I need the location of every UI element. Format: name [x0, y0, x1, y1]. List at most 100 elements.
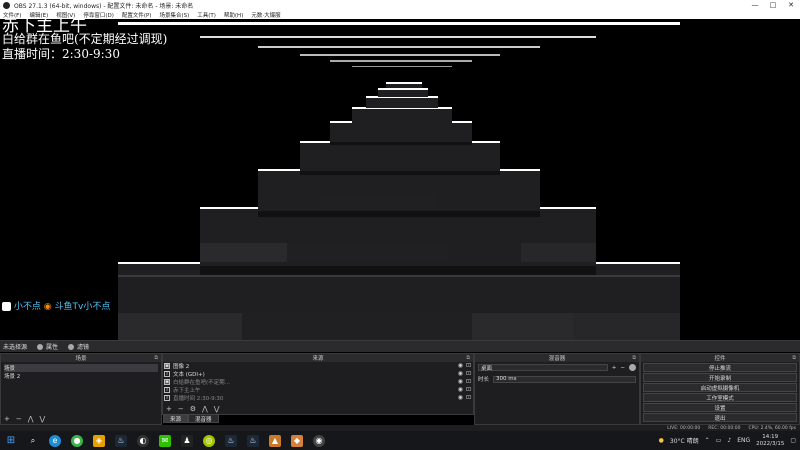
studio-mode-button[interactable]: 工作室模式 — [643, 393, 797, 402]
steam-icon[interactable]: ♨ — [115, 434, 127, 447]
source-toolbar: 未选择源 属性 滤镜 — [0, 340, 800, 352]
steam-icon[interactable]: ♨ — [225, 434, 237, 447]
source-item[interactable]: T 赤下主上午 ◉ ⊡ — [163, 386, 473, 394]
eye-icon[interactable]: ◉ — [458, 378, 463, 385]
game-icon[interactable]: ◆ — [291, 434, 303, 447]
source-item[interactable]: ▣ 白给群在鱼吧(不定期... ◉ ⊡ — [163, 378, 473, 386]
eye-icon[interactable]: ◉ — [458, 370, 463, 377]
duration-input[interactable]: 300 ms — [493, 375, 636, 383]
windows-start-icon[interactable]: ⊞ — [5, 435, 17, 447]
tray-arrow-icon[interactable]: ⌃ — [705, 437, 710, 444]
source-item[interactable]: T 直播时间 2:30-9:30 ◉ ⊡ — [163, 394, 473, 402]
undock-icon[interactable]: ⧉ — [632, 355, 636, 361]
stop-streaming-button[interactable]: 停止推流 — [643, 363, 797, 372]
dock-title: 控件 ⧉ — [641, 354, 799, 362]
undock-icon[interactable]: ⧉ — [154, 355, 158, 361]
dock-title: 来源 ⧉ — [163, 354, 473, 362]
text-icon: T — [164, 371, 170, 377]
windows-taskbar: ⊞ ⌕ e ● ◈ ♨ ◐ ✉ ♟ ◎ ♨ ♨ ▲ ◆ ◉ ● 30°C 晴朗 … — [0, 431, 800, 450]
eye-icon[interactable]: ◉ — [458, 394, 463, 401]
lock-icon[interactable]: ⊡ — [466, 370, 471, 377]
start-recording-button[interactable]: 开始录制 — [643, 373, 797, 382]
menu-edit[interactable]: 编辑(E) — [29, 11, 48, 19]
menu-docks[interactable]: 停靠窗口(D) — [83, 11, 114, 19]
gear-icon — [37, 343, 44, 350]
filters-button[interactable]: 滤镜 — [68, 342, 89, 351]
remove-icon[interactable]: − — [620, 365, 625, 371]
add-icon[interactable]: + — [612, 365, 617, 371]
menu-tools[interactable]: 工具(T) — [197, 11, 216, 19]
app-icon[interactable]: ◐ — [137, 434, 149, 447]
controls-dock: 控件 ⧉ 停止推流 开始录制 启动虚拟摄像机 工作室模式 设置 退出 — [640, 353, 800, 425]
move-down-icon[interactable]: ⋁ — [40, 415, 46, 423]
app-icon[interactable]: ◎ — [203, 434, 215, 447]
nested-capture-frame — [300, 141, 500, 175]
steam-icon[interactable]: ♨ — [247, 434, 259, 447]
obs-icon[interactable]: ◉ — [313, 434, 325, 447]
weather-text[interactable]: 30°C 晴朗 — [670, 436, 699, 445]
tab-mixer[interactable]: 混音器 — [188, 414, 219, 423]
system-tray: ● 30°C 晴朗 ⌃ ▭ ♪ ENG 14:19 2022/3/15 ▢ — [659, 431, 796, 450]
clock[interactable]: 14:19 2022/3/15 — [756, 434, 784, 448]
menu-file[interactable]: 文件(F) — [3, 11, 21, 19]
undock-icon[interactable]: ⧉ — [466, 355, 470, 361]
app-icon[interactable]: ◈ — [93, 434, 105, 447]
remove-icon[interactable]: − — [178, 405, 184, 413]
menu-help[interactable]: 帮助(H) — [224, 11, 243, 19]
edge-icon[interactable]: e — [49, 434, 61, 447]
nested-capture-frame — [386, 82, 422, 88]
image-icon: ▣ — [164, 363, 170, 369]
add-icon[interactable]: + — [4, 415, 10, 423]
eye-icon[interactable]: ◉ — [458, 386, 463, 393]
wechat-icon[interactable]: ✉ — [159, 434, 171, 447]
menu-profile[interactable]: 配置文件(P) — [122, 11, 152, 19]
gear-icon[interactable]: ⚙ — [190, 405, 196, 413]
menu-extra[interactable]: 元数·大爆服 — [251, 11, 280, 19]
lock-icon[interactable]: ⊡ — [466, 362, 471, 369]
notification-icon[interactable]: ▢ — [790, 437, 796, 444]
menu-scene-collection[interactable]: 场景集合(S) — [159, 11, 189, 19]
gear-icon[interactable] — [629, 364, 636, 371]
search-icon[interactable]: ⌕ — [27, 435, 39, 447]
game-icon[interactable]: ▲ — [269, 434, 281, 447]
move-up-icon[interactable]: ⋀ — [202, 405, 208, 413]
close-button[interactable]: ✕ — [782, 0, 800, 10]
start-virtual-camera-button[interactable]: 启动虚拟摄像机 — [643, 383, 797, 392]
undock-icon[interactable]: ⧉ — [792, 355, 796, 361]
lock-icon[interactable]: ⊡ — [466, 378, 471, 385]
transition-select[interactable]: 桌面 — [478, 364, 608, 372]
chrome-icon[interactable]: ● — [71, 434, 83, 447]
dock-footer: + − ⚙ ⋀ ⋁ — [163, 404, 473, 414]
add-icon[interactable]: + — [166, 405, 172, 413]
lock-icon[interactable]: ⊡ — [466, 394, 471, 401]
rec-status: REC: 00:00:00 — [708, 425, 741, 431]
tab-sources[interactable]: 来源 — [163, 414, 189, 423]
overlay-schedule-text: 直播时间：2:30-9:30 — [2, 47, 120, 61]
network-icon[interactable]: ▭ — [716, 437, 722, 444]
properties-button[interactable]: 属性 — [37, 342, 58, 351]
preview-canvas[interactable]: 赤下主上午 白给群在鱼吧(不定期经过调现) 直播时间：2:30-9:30 小不点… — [0, 19, 800, 340]
source-item[interactable]: ▣ 图像 2 ◉ ⊡ — [163, 362, 473, 370]
qq-icon[interactable]: ♟ — [181, 434, 193, 447]
cpu-status: CPU: 2.4%, 60.00 fps — [748, 425, 797, 431]
exit-button[interactable]: 退出 — [643, 413, 797, 422]
source-item[interactable]: T 文本 (GDI+) ◉ ⊡ — [163, 370, 473, 378]
volume-icon[interactable]: ♪ — [727, 437, 731, 444]
duration-row: 时长 300 ms — [475, 373, 639, 385]
lock-icon[interactable]: ⊡ — [466, 386, 471, 393]
move-up-icon[interactable]: ⋀ — [28, 415, 34, 423]
minimize-button[interactable]: — — [746, 0, 764, 10]
menu-view[interactable]: 视图(V) — [56, 11, 75, 19]
eye-icon[interactable]: ◉ — [458, 362, 463, 369]
nested-capture-frame — [258, 169, 540, 217]
maximize-button[interactable]: □ — [764, 0, 782, 10]
dock-title: 混音器 ⧉ — [475, 354, 639, 362]
language-indicator[interactable]: ENG — [737, 437, 750, 444]
scene-item[interactable]: 场景 — [4, 364, 158, 372]
settings-button[interactable]: 设置 — [643, 403, 797, 412]
weather-icon[interactable]: ● — [659, 437, 664, 444]
remove-icon[interactable]: − — [16, 415, 22, 423]
nested-capture-frame — [330, 121, 472, 145]
move-down-icon[interactable]: ⋁ — [214, 405, 220, 413]
scene-item[interactable]: 场景 2 — [4, 372, 158, 380]
